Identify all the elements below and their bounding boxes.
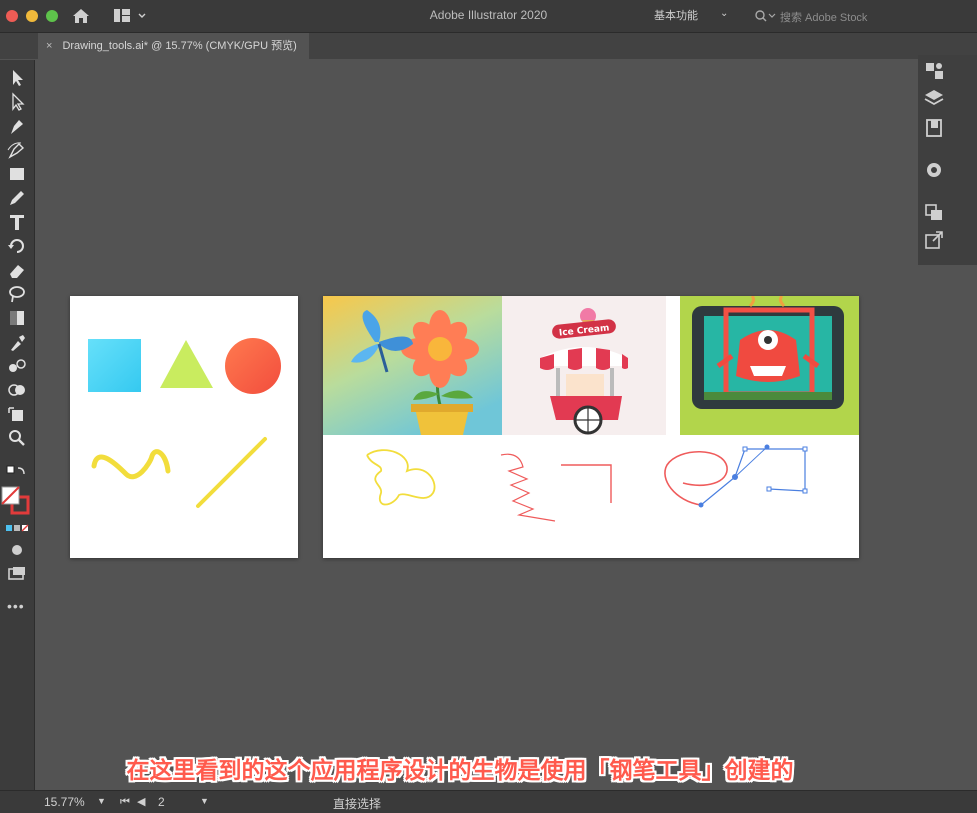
rotate-tool-icon[interactable] (5, 236, 29, 256)
search-icon (755, 10, 776, 22)
color-panel-icon[interactable] (922, 159, 946, 181)
document-tab[interactable]: × Drawing_tools.ai* @ 15.77% (CMYK/GPU 预览… (38, 33, 309, 59)
anchor-point[interactable] (802, 488, 808, 494)
anchor-point[interactable] (742, 446, 748, 452)
orange-circle (225, 338, 281, 394)
anchor-point[interactable] (766, 486, 772, 492)
current-tool-status: 直接选择 (333, 797, 382, 811)
artboard-illustrations[interactable]: Ice Cream (323, 296, 859, 558)
tools-panel: ••• (0, 60, 35, 790)
document-tab-bar: × Drawing_tools.ai* @ 15.77% (CMYK/GPU 预览… (0, 33, 977, 59)
red-corner-sketch (561, 464, 612, 503)
direct-selection-tool-icon[interactable] (5, 92, 29, 112)
pen-tool-icon[interactable] (5, 116, 29, 136)
type-tool-icon[interactable] (5, 212, 29, 232)
workspace-switcher[interactable]: 基本功能 (654, 7, 698, 23)
chevron-down-icon[interactable]: ⌄ (720, 8, 728, 19)
color-mode-icon[interactable] (5, 520, 29, 540)
red-loop-sketch (664, 450, 728, 506)
layers-panel-icon[interactable] (922, 87, 946, 109)
right-panel-dock (918, 55, 977, 265)
lasso-tool-icon[interactable] (5, 284, 29, 304)
flower-butterfly-illustration (323, 296, 502, 435)
shapes-artwork (88, 338, 281, 508)
artboard-tool-icon[interactable] (5, 404, 29, 424)
default-fill-stroke-icon[interactable] (5, 464, 29, 484)
artboard-nav-prev-icon[interactable]: ⏮ ◀ (120, 795, 147, 809)
fill-stroke-swatch-icon[interactable] (1, 486, 33, 518)
anchor-point[interactable] (732, 474, 738, 480)
red-zigzag-sketch (500, 453, 556, 522)
selected-path-outline (700, 448, 806, 506)
artboard-number-field[interactable]: 2 (158, 795, 165, 809)
drawing-mode-icon[interactable] (5, 540, 29, 560)
anchor-point[interactable] (802, 446, 808, 452)
pen-tool-sketches (366, 444, 808, 522)
more-tools-icon[interactable]: ••• (7, 598, 25, 614)
artboard-shapes[interactable] (70, 296, 298, 558)
transform-panel-icon[interactable] (922, 201, 946, 223)
zoom-tool-icon[interactable] (5, 428, 29, 448)
status-bar: 15.77% ▼ ⏮ ◀ 2 ▼ 直接选择 (0, 790, 977, 813)
eyedropper-tool-icon[interactable] (5, 332, 29, 352)
export-panel-icon[interactable] (922, 229, 946, 251)
shape-builder-tool-icon[interactable] (5, 380, 29, 400)
libraries-panel-icon[interactable] (922, 117, 946, 139)
screen-mode-icon[interactable] (5, 564, 29, 584)
yellow-scribble-sketch (366, 449, 436, 506)
document-tab-label: Drawing_tools.ai* @ 15.77% (CMYK/GPU 预览) (62, 40, 297, 52)
anchor-point[interactable] (698, 502, 704, 508)
curvature-tool-icon[interactable] (5, 140, 29, 160)
selection-tool-icon[interactable] (5, 68, 29, 88)
pencil-tool-icon[interactable] (5, 188, 29, 208)
zoom-level-field[interactable]: 15.77% (44, 795, 85, 809)
eraser-tool-icon[interactable] (5, 260, 29, 280)
search-placeholder: 搜索 Adobe Stock (780, 12, 868, 24)
properties-panel-icon[interactable] (922, 59, 946, 81)
title-bar: Adobe Illustrator 2020 基本功能 ⌄ 搜索 Adobe S… (0, 0, 977, 33)
direction-handle[interactable] (764, 444, 770, 450)
chevron-down-icon[interactable]: ▼ (97, 796, 106, 806)
blend-tool-icon[interactable] (5, 356, 29, 376)
stock-search-input[interactable]: 搜索 Adobe Stock (750, 5, 950, 27)
rectangle-tool-icon[interactable] (5, 164, 29, 184)
close-tab-icon[interactable]: × (46, 40, 52, 52)
video-caption: 在这里看到的这个应用程序设计的生物是使用「钢笔工具」创建的 (126, 758, 794, 784)
gradient-tool-icon[interactable] (5, 308, 29, 328)
yellow-wave-stroke (91, 449, 171, 480)
ice-cream-cart-illustration: Ice Cream (502, 296, 666, 435)
green-triangle (160, 340, 213, 388)
monster-app-illustration (680, 296, 859, 435)
chevron-down-icon[interactable]: ▼ (200, 796, 209, 806)
yellow-line-stroke (196, 437, 267, 508)
cyan-square (88, 339, 141, 392)
